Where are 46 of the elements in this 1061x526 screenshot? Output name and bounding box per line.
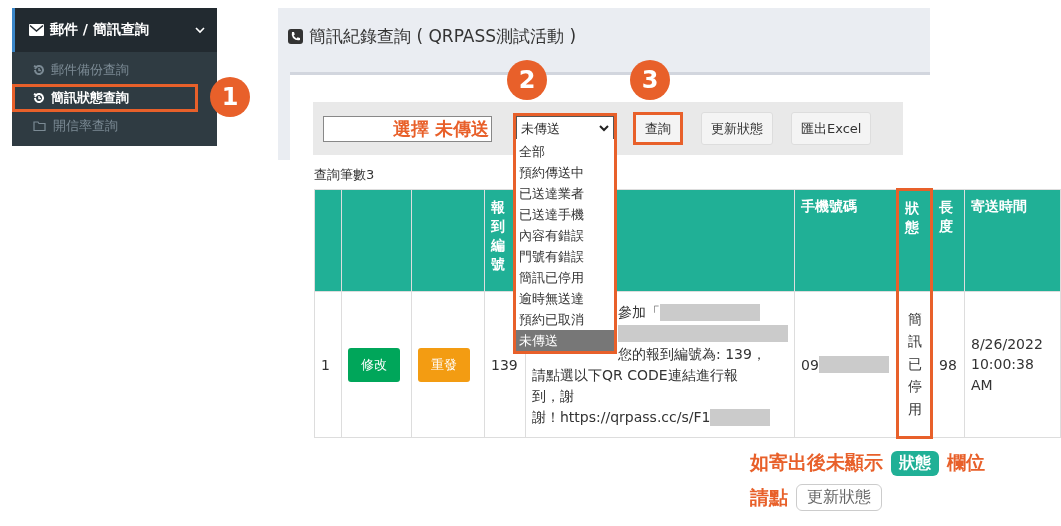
column-header: 寄送時間 — [971, 198, 1027, 214]
status-badge: 狀態 — [891, 450, 939, 476]
toolbar-button[interactable]: 查詢 — [633, 112, 683, 145]
message-text: 參加「 — [618, 302, 660, 322]
note-text: 請點 — [750, 484, 788, 510]
history-icon — [33, 92, 45, 104]
message-text: 請點選以下QR CODE連結進行報 — [532, 365, 738, 385]
column-header: 手機號碼 — [801, 198, 857, 214]
table-cell-text: 簡訊已停用 — [907, 310, 922, 419]
table-cell: 1 — [321, 356, 330, 373]
message-text: 謝！https://qrpass.cc/s/F1 — [532, 407, 711, 427]
folder-icon — [33, 120, 47, 132]
dropdown-option[interactable]: 預約傳送中 — [516, 162, 614, 183]
redaction-block — [818, 356, 889, 373]
history-icon — [33, 64, 45, 76]
sidebar-group-header[interactable]: 郵件 / 簡訊查詢 — [12, 8, 217, 52]
table-cell-text: 8/26/2022 10:00:38 AM — [971, 335, 1044, 395]
dropdown-option[interactable]: 簡訊已停用 — [516, 267, 614, 288]
table-cell: 139 — [491, 356, 518, 373]
envelope-icon — [29, 24, 44, 36]
dropdown-option[interactable]: 已送達手機 — [516, 204, 614, 225]
column-header: 長度 — [939, 198, 953, 236]
redaction-block — [710, 408, 771, 426]
message-text: 您的報到編號為: 139， — [618, 344, 766, 364]
sidebar-item[interactable]: 簡訊狀態查詢 — [12, 84, 198, 112]
note-text: 欄位 — [947, 450, 985, 475]
caret-icon — [599, 125, 609, 132]
column-header: 狀態 — [905, 199, 919, 237]
step-marker: 1 — [210, 77, 250, 117]
dropdown-option[interactable]: 門號有錯誤 — [516, 246, 614, 267]
message-text: 到，謝 — [532, 386, 574, 406]
dropdown-option[interactable]: 內容有錯誤 — [516, 225, 614, 246]
table-cell: 98 — [939, 356, 957, 373]
toolbar-button[interactable]: 匯出Excel — [791, 112, 872, 145]
toolbar-button[interactable]: 更新狀態 — [701, 112, 773, 145]
column-header: 報到編號 — [491, 198, 505, 274]
dropdown-option[interactable]: 已送達業者 — [516, 183, 614, 204]
table-cell: 09 — [801, 356, 819, 373]
dropdown-option[interactable]: 全部 — [516, 141, 614, 162]
status-dropdown[interactable]: 未傳送 — [516, 116, 614, 141]
note-text: 如寄出後未顯示 — [750, 450, 883, 475]
dropdown-option[interactable]: 未傳送 — [516, 330, 614, 351]
dropdown-option[interactable]: 逾時無送達 — [516, 288, 614, 309]
phone-icon — [288, 29, 303, 44]
result-count: 查詢筆數3 — [314, 166, 375, 184]
dropdown-option[interactable]: 預約已取消 — [516, 309, 614, 330]
